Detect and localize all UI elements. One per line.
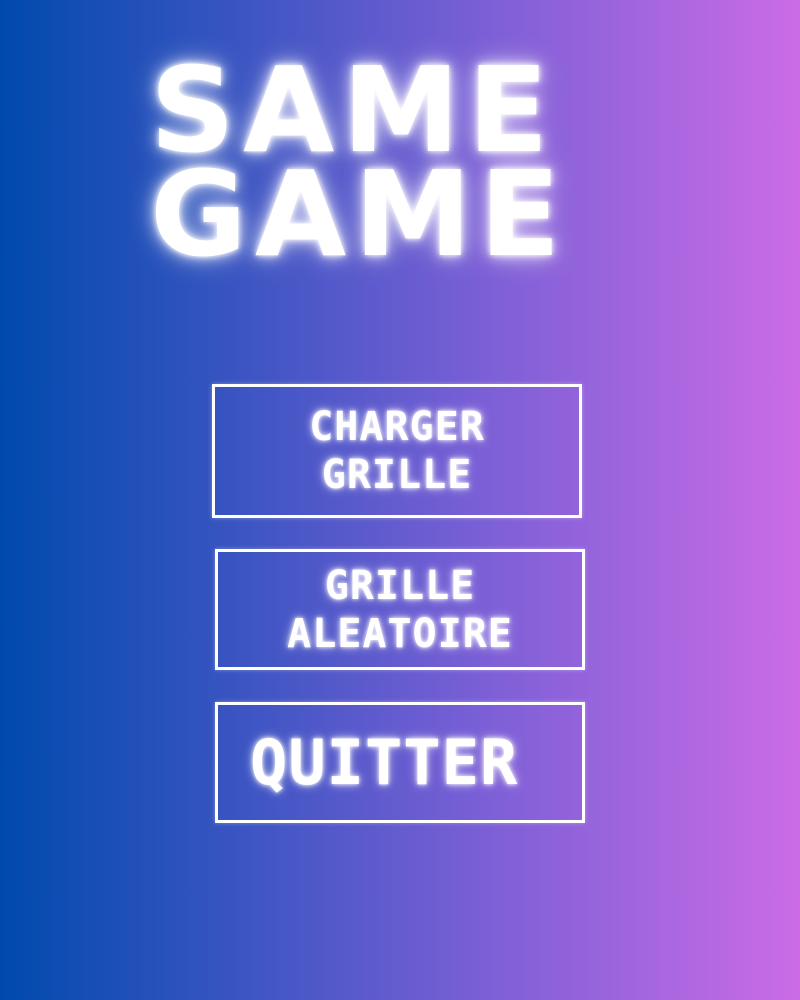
game-title: SAME GAME	[150, 51, 620, 283]
game-title-line-2: GAME	[150, 145, 569, 283]
random-grid-label: GRILLE ALEATOIRE	[287, 562, 513, 657]
load-grid-label: CHARGER GRILLE	[309, 404, 485, 498]
quit-button[interactable]: QUITTER	[215, 702, 585, 823]
quit-label: QUITTER	[250, 725, 519, 799]
random-grid-button[interactable]: GRILLE ALEATOIRE	[215, 549, 585, 670]
load-grid-button[interactable]: CHARGER GRILLE	[212, 384, 582, 518]
